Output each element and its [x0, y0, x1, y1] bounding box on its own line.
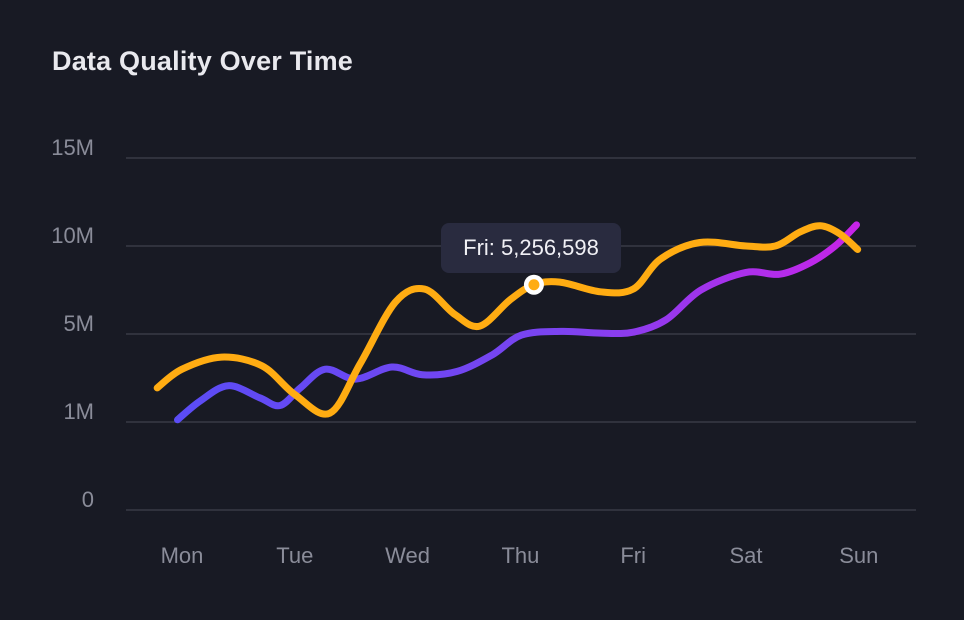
- line-chart: 0 1M 5M 10M 15M Mon Tue Wed Thu Fri Sat Sun: [51, 135, 916, 568]
- y-tick-label: 0: [82, 487, 94, 512]
- markers: [523, 274, 544, 295]
- y-tick-label: 15M: [51, 135, 94, 160]
- x-tick-label-mon: Mon: [161, 543, 204, 568]
- x-tick-label-wed: Wed: [385, 543, 430, 568]
- x-tick-label-thu: Thu: [501, 543, 539, 568]
- y-tick-label: 5M: [63, 311, 94, 336]
- y-axis-labels: 0 1M 5M 10M 15M: [51, 135, 94, 512]
- tooltip-text: Fri: 5,256,598: [463, 235, 599, 260]
- data-tooltip: Fri: 5,256,598: [441, 223, 621, 273]
- y-tick-label: 1M: [63, 399, 94, 424]
- chart-card: Data Quality Over Time 0 1M 5M 10M 15M Mon Tu…: [0, 0, 964, 620]
- y-tick-label: 10M: [51, 223, 94, 248]
- highlight-point[interactable]: [528, 279, 540, 291]
- x-tick-label-tue: Tue: [276, 543, 313, 568]
- x-tick-label-sun: Sun: [839, 543, 878, 568]
- x-tick-label-sat: Sat: [729, 543, 762, 568]
- x-tick-label-fri: Fri: [620, 543, 646, 568]
- x-axis-labels: Mon Tue Wed Thu Fri Sat Sun: [161, 543, 879, 568]
